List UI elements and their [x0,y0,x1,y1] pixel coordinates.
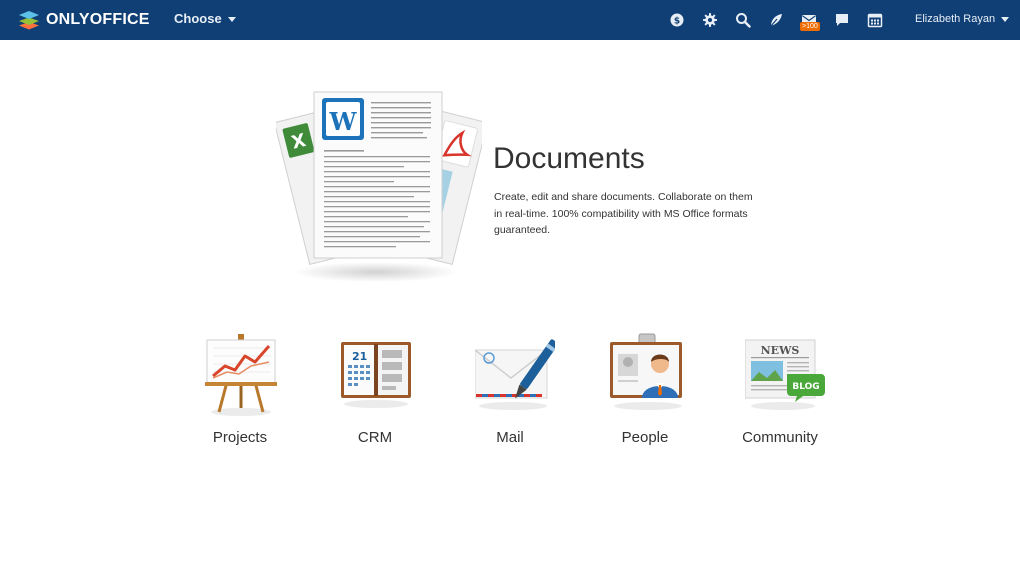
chevron-down-icon [227,16,236,22]
module-label: People [621,429,669,446]
chat-icon [836,14,848,26]
people-id-badge-icon [610,333,682,410]
svg-text:NEWS: NEWS [761,344,800,357]
documents-title[interactable]: Documents [493,142,645,176]
user-menu[interactable]: Elizabeth Rayan [915,13,1010,25]
brand-name: ONLYOFFICE [46,11,150,28]
search-icon [736,13,751,28]
documents-description: Create, edit and share documents. Collab… [494,191,753,236]
chat-button[interactable] [834,12,850,28]
settings-icon [703,13,717,27]
module-mail[interactable]: Mail [455,330,565,454]
mail-envelope-pen-icon [475,339,555,410]
choose-label: Choose [174,11,222,26]
settings-button[interactable] [702,12,718,28]
documents-illustration[interactable]: X W [273,86,489,286]
onlyoffice-logo[interactable]: ONLYOFFICE [18,9,150,31]
choose-module-dropdown[interactable]: Choose [174,11,236,26]
crm-planner-book-icon: 21 [341,342,411,408]
module-crm[interactable]: 21 CRM [320,330,430,454]
module-label: Community [742,429,818,446]
payments-icon: $ [670,13,684,27]
svg-text:$: $ [674,17,680,27]
user-name: Elizabeth Rayan [915,13,996,25]
module-label: Projects [212,429,268,446]
module-label: CRM [357,429,393,446]
module-people[interactable]: People [590,330,700,454]
module-label: Mail [496,429,524,446]
svg-text:21: 21 [352,350,367,363]
community-news-blog-icon: NEWS BLOG [745,339,825,410]
calendar-icon [867,13,883,28]
top-navigation-bar: ONLYOFFICE Choose $ >100 Elizabeth Rayan [0,0,1020,40]
svg-text:W: W [329,107,358,136]
mail-unread-badge: >100 [800,22,820,31]
module-community[interactable]: NEWS BLOG Community [725,330,835,454]
search-button[interactable] [735,12,751,28]
projects-chart-easel-icon [205,334,277,416]
feed-icon [770,14,782,27]
onlyoffice-logo-icon [19,11,39,30]
documents-stack-icon: X W [273,91,489,282]
calendar-button[interactable] [867,12,883,28]
chevron-down-icon [1001,17,1010,22]
feed-button[interactable] [768,12,784,28]
svg-text:BLOG: BLOG [792,382,819,392]
payments-button[interactable]: $ [669,12,685,28]
module-projects[interactable]: Projects [185,330,295,454]
